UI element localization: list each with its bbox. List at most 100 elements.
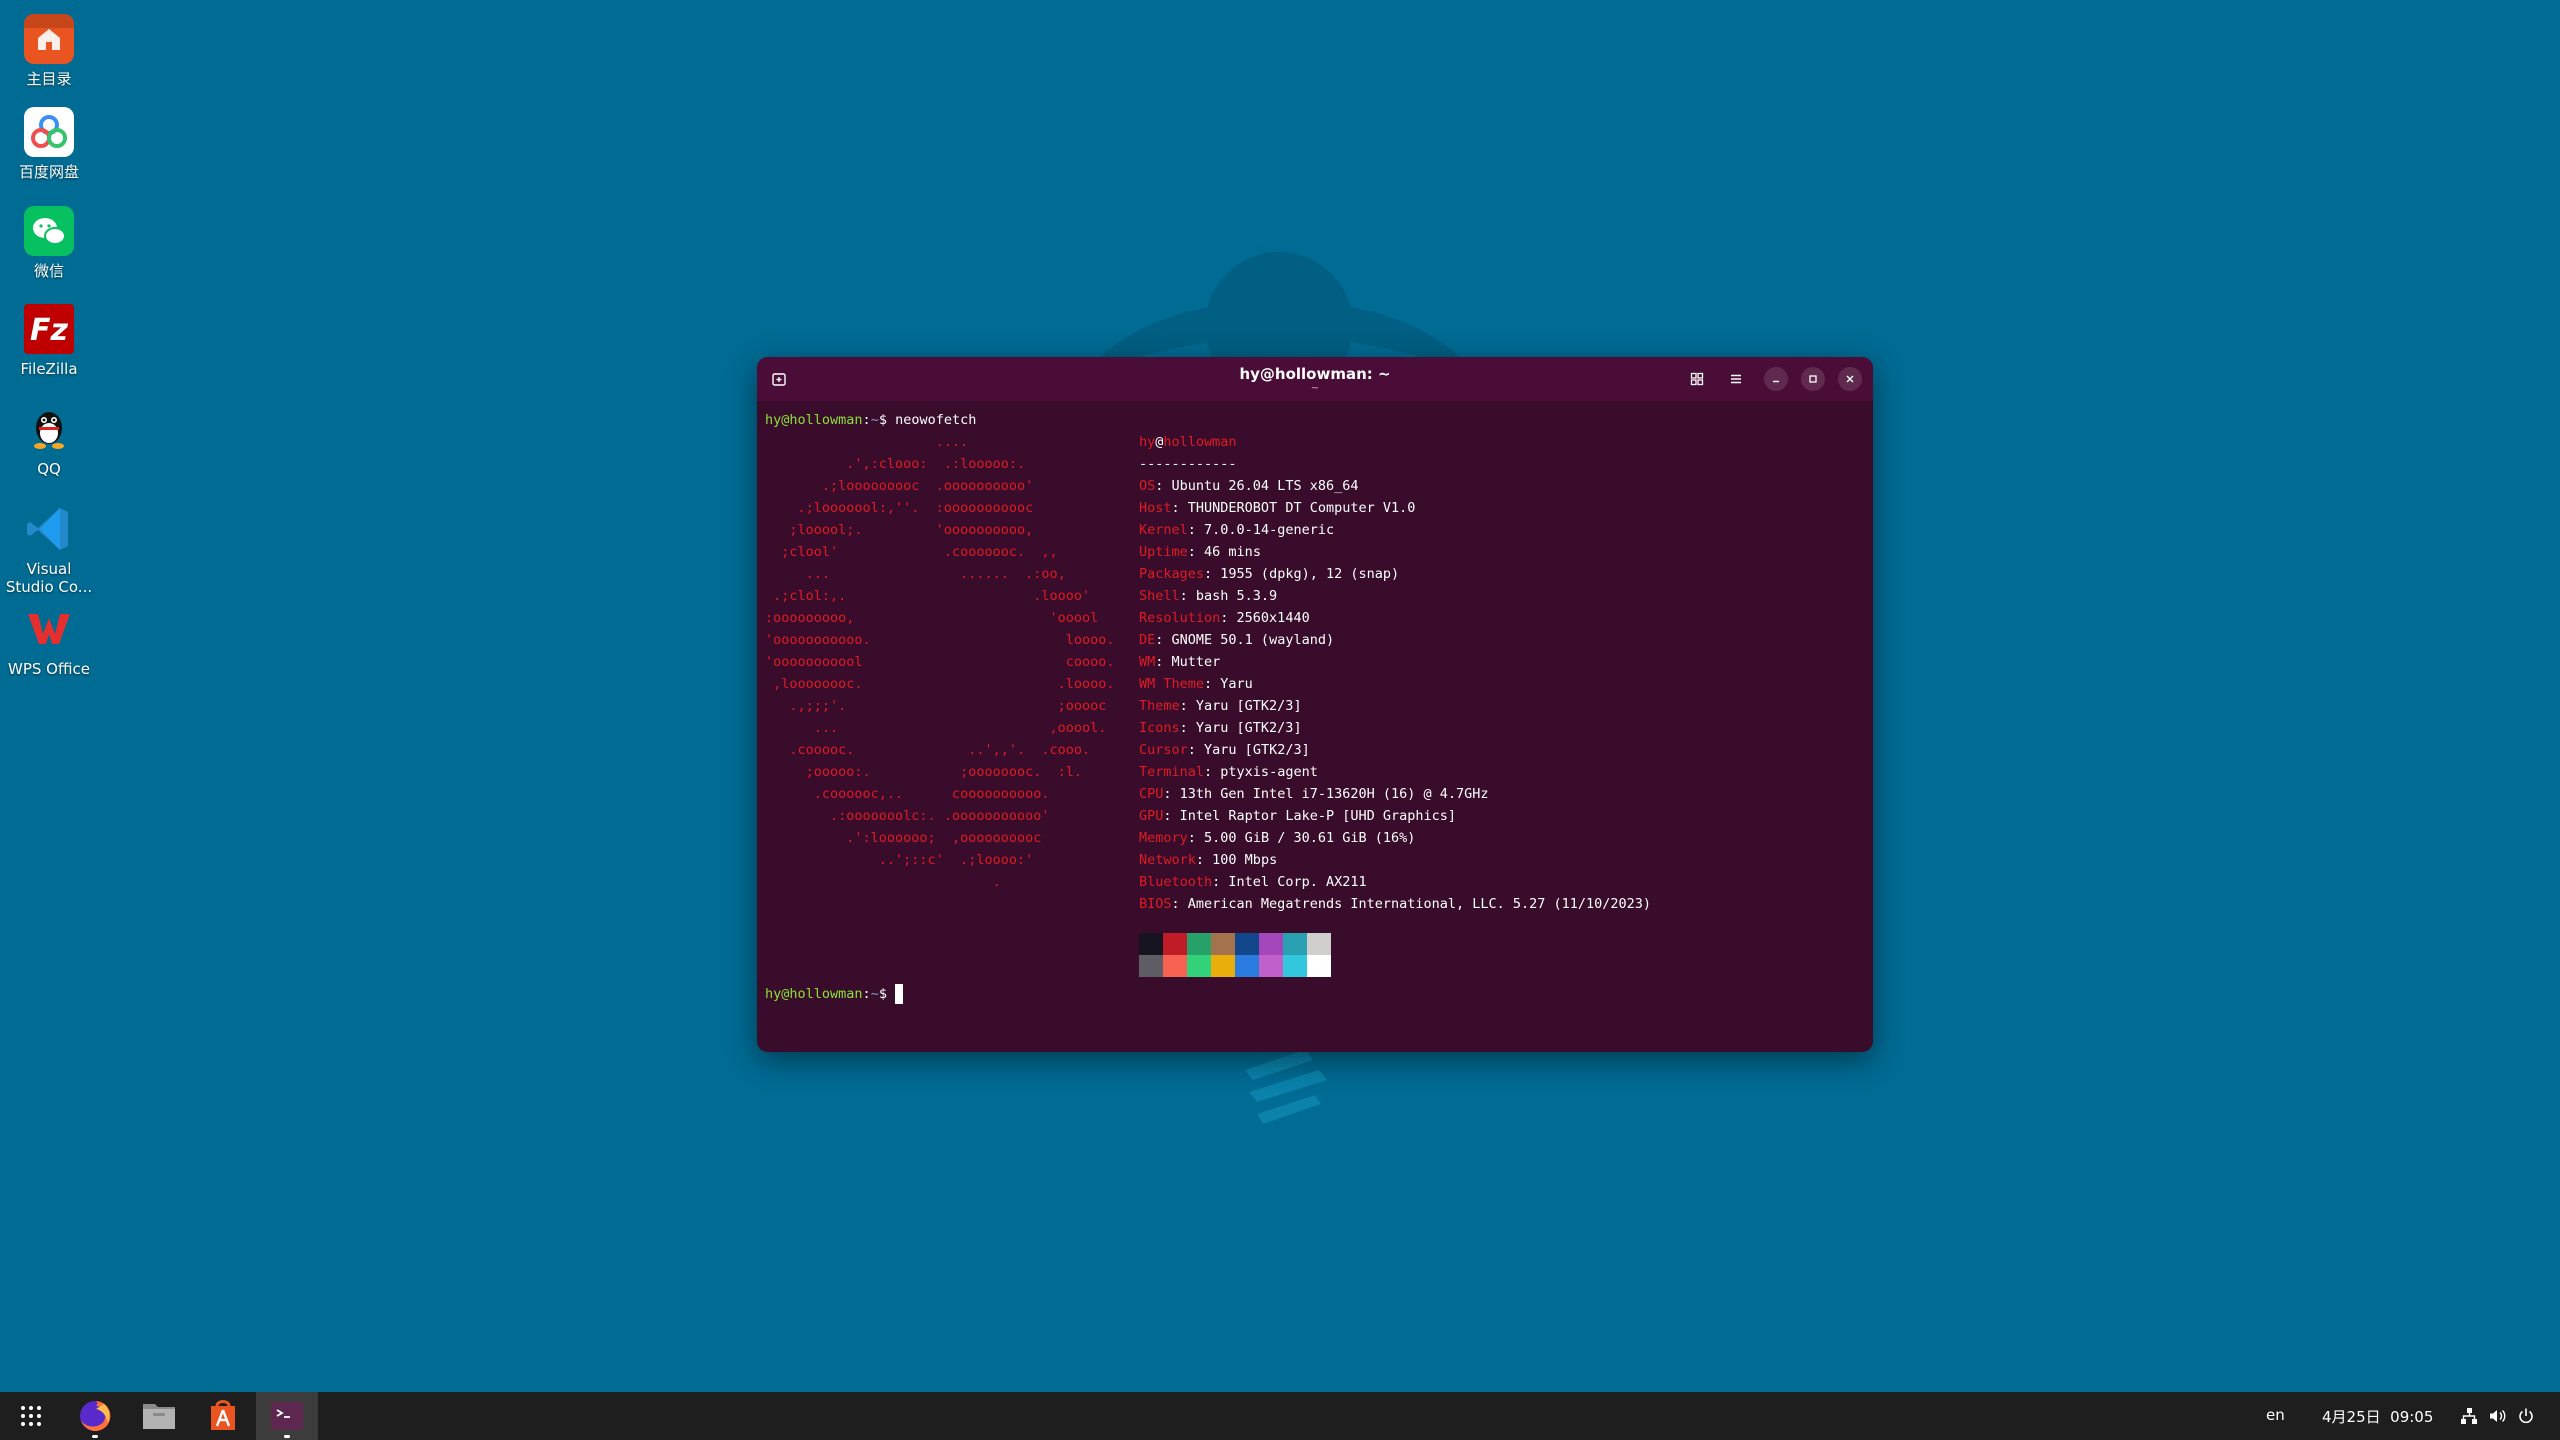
- palette-swatch: [1187, 933, 1211, 955]
- info-key: Icons: [1139, 720, 1180, 736]
- desktop-icon-filezilla[interactable]: Fz FileZilla: [0, 304, 98, 378]
- info-row: Theme: Yaru [GTK2/3]: [1139, 698, 1302, 714]
- desktop-icon-home[interactable]: 主目录: [0, 14, 98, 88]
- info-value: Yaru [GTK2/3]: [1195, 720, 1302, 736]
- info-value: 13th Gen Intel i7-13620H (16) @ 4.7GHz: [1179, 786, 1489, 802]
- info-value: American Megatrends International, LLC. …: [1187, 896, 1652, 912]
- desktop-icon-baidu[interactable]: 百度网盘: [0, 107, 98, 181]
- terminal-headerbar[interactable]: hy@hollowman: ~ ~: [757, 357, 1873, 401]
- info-row: Host: THUNDEROBOT DT Computer V1.0: [1139, 500, 1416, 516]
- info-row: Cursor: Yaru [GTK2/3]: [1139, 742, 1310, 758]
- info-key: DE: [1139, 632, 1156, 648]
- info-key: Memory: [1139, 830, 1188, 846]
- desktop-icon-vscode[interactable]: Visual Studio Co...: [0, 504, 98, 596]
- firefox-icon: [80, 1400, 111, 1431]
- info-row: Shell: bash 5.3.9: [1139, 588, 1278, 604]
- info-value: ptyxis-agent: [1220, 764, 1318, 780]
- command-line: hy@hollowman:~$ neowofetch: [765, 412, 977, 428]
- terminal-window[interactable]: hy@hollowman: ~ ~ hy@hollowman:~$ neowof…: [757, 357, 1873, 1052]
- info-value: Yaru [GTK2/3]: [1195, 698, 1302, 714]
- info-key: Uptime: [1139, 544, 1188, 560]
- info-key: Shell: [1139, 588, 1180, 604]
- apps-grid-icon: [21, 1406, 41, 1426]
- info-row: BIOS: American Megatrends International,…: [1139, 896, 1652, 912]
- language-indicator[interactable]: en: [2266, 1406, 2285, 1424]
- info-value: 5.00 GiB / 30.61 GiB (16%): [1204, 830, 1416, 846]
- color-palette: [1139, 933, 1331, 977]
- info-header: hy@hollowman: [1139, 431, 1651, 453]
- clock[interactable]: 4月25日 09:05: [2322, 1406, 2433, 1427]
- desktop-icon-qq[interactable]: QQ: [0, 404, 98, 478]
- info-user: hy: [1139, 434, 1156, 450]
- info-row: Bluetooth: Intel Corp. AX211: [1139, 874, 1367, 890]
- running-indicator: [284, 1435, 290, 1438]
- info-row: DE: GNOME 50.1 (wayland): [1139, 632, 1335, 648]
- desktop-icon-wps[interactable]: WPS Office: [0, 604, 98, 678]
- taskbar-firefox[interactable]: [64, 1392, 126, 1440]
- qq-icon: [24, 404, 74, 454]
- info-value: Mutter: [1171, 654, 1221, 670]
- info-key: Terminal: [1139, 764, 1205, 780]
- palette-swatch: [1187, 955, 1211, 977]
- prompt-path: ~: [870, 412, 879, 428]
- info-key: Kernel: [1139, 522, 1188, 538]
- baidu-netdisk-icon: [24, 107, 74, 157]
- info-row: Kernel: 7.0.0-14-generic: [1139, 522, 1335, 538]
- ubuntu-ascii-logo: .... .',:clooo: .:looooo:. .;looooooooc …: [765, 434, 1115, 890]
- minimize-button[interactable]: [1764, 367, 1788, 391]
- app-center-icon: [211, 1400, 235, 1430]
- info-row: Icons: Yaru [GTK2/3]: [1139, 720, 1302, 736]
- info-key: Cursor: [1139, 742, 1188, 758]
- desktop-icon-label: FileZilla: [20, 360, 78, 378]
- info-key: BIOS: [1139, 896, 1172, 912]
- taskbar-app-center[interactable]: [192, 1392, 254, 1440]
- info-row: OS: Ubuntu 26.04 LTS x86_64: [1139, 478, 1359, 494]
- desktop-icon-label: WPS Office: [8, 660, 90, 678]
- palette-swatch: [1283, 933, 1307, 955]
- taskbar-terminal[interactable]: [256, 1392, 318, 1440]
- desktop-icon-wechat[interactable]: 微信: [0, 206, 98, 280]
- terminal-output[interactable]: hy@hollowman:~$ neowofetch .... .',:cloo…: [765, 409, 1865, 1052]
- desktop-icon-label: QQ: [37, 460, 61, 478]
- info-value: 7.0.0-14-generic: [1204, 522, 1335, 538]
- menu-icon[interactable]: [1724, 367, 1748, 391]
- palette-swatch: [1235, 955, 1259, 977]
- info-key: CPU: [1139, 786, 1164, 802]
- files-icon: [143, 1404, 175, 1429]
- desktop-icon-label: Visual Studio Co...: [5, 560, 93, 596]
- info-key: Bluetooth: [1139, 874, 1213, 890]
- prompt-sign: $: [878, 412, 887, 428]
- power-icon[interactable]: [2516, 1406, 2536, 1426]
- info-row: WM Theme: Yaru: [1139, 676, 1253, 692]
- palette-swatch: [1307, 955, 1331, 977]
- prompt-user: hy@hollowman: [765, 412, 863, 428]
- desktop-icon-label: 百度网盘: [18, 163, 79, 181]
- show-apps-button[interactable]: [0, 1392, 62, 1440]
- info-key: Packages: [1139, 566, 1205, 582]
- info-value: Intel Raptor Lake-P [UHD Graphics]: [1179, 808, 1456, 824]
- maximize-button[interactable]: [1801, 367, 1825, 391]
- palette-swatch: [1163, 933, 1187, 955]
- wallpaper-stripes: [1245, 1050, 1327, 1124]
- taskbar-files[interactable]: [128, 1392, 190, 1440]
- info-separator: ------------: [1139, 456, 1237, 472]
- palette-swatch: [1163, 955, 1187, 977]
- close-button[interactable]: [1838, 367, 1862, 391]
- prompt-line[interactable]: hy@hollowman:~$: [765, 983, 904, 1005]
- wps-office-icon: [24, 604, 74, 654]
- tab-overview-icon[interactable]: [1685, 367, 1709, 391]
- network-icon[interactable]: [2459, 1406, 2479, 1426]
- info-key: Theme: [1139, 698, 1180, 714]
- info-value: 46 mins: [1204, 544, 1261, 560]
- palette-swatch: [1283, 955, 1307, 977]
- info-value: THUNDEROBOT DT Computer V1.0: [1187, 500, 1416, 516]
- volume-icon[interactable]: [2487, 1406, 2507, 1426]
- info-value: 2560x1440: [1236, 610, 1310, 626]
- info-key: WM Theme: [1139, 676, 1205, 692]
- prompt-user: hy@hollowman: [765, 986, 863, 1002]
- info-row: CPU: 13th Gen Intel i7-13620H (16) @ 4.7…: [1139, 786, 1489, 802]
- palette-swatch: [1235, 933, 1259, 955]
- info-key: WM: [1139, 654, 1156, 670]
- info-key: Network: [1139, 852, 1196, 868]
- home-folder-icon: [24, 14, 74, 64]
